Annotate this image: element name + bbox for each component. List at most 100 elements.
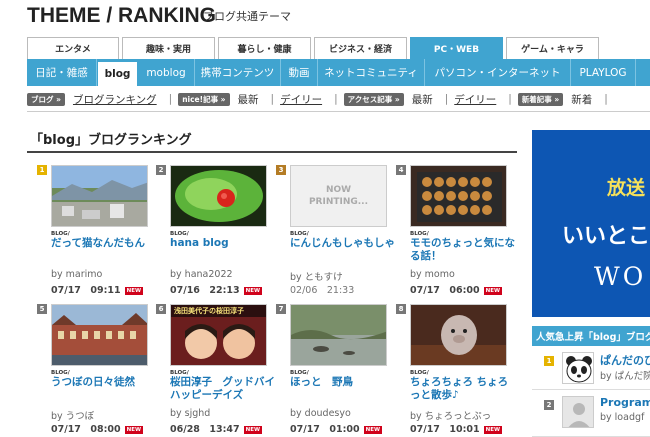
card-date-text: 07/17 01:00 xyxy=(290,424,360,435)
card-date-text: 07/17 09:11 xyxy=(51,285,121,296)
new-badge: NEW xyxy=(483,425,503,434)
rank-badge: 7 xyxy=(276,304,286,314)
nice-latest-link[interactable]: 最新 xyxy=(238,92,259,107)
card-title[interactable]: hana blog xyxy=(170,237,278,250)
card-date: 06/28 13:47 NEW xyxy=(170,421,263,435)
thumbnail-image[interactable]: 浅田美代子の桜田淳子 xyxy=(170,304,267,366)
new-latest-link[interactable]: 新着 xyxy=(571,92,592,107)
ranking-card[interactable]: 1 BLOG/ だって猫なんだもん by marimo 07/17 09:11 N… xyxy=(37,165,159,296)
panda-avatar-icon[interactable] xyxy=(562,352,594,384)
rank-badge: 1 xyxy=(37,165,47,175)
card-date: 07/17 06:00 NEW xyxy=(410,282,503,296)
separator: | xyxy=(334,93,338,105)
card-title[interactable]: ちょろちょろ ちょろっと散歩♪ xyxy=(410,376,518,402)
category-tabs: エンタメ 趣味・実用 暮らし・健康 ビジネス・経済 PC・WEB ゲーム・キャラ xyxy=(27,37,602,59)
card-date-text: 07/17 10:01 xyxy=(410,424,480,435)
card-date: 02/06 21:33 xyxy=(290,282,354,296)
tab-business[interactable]: ビジネス・経済 xyxy=(314,37,407,59)
site-logo[interactable]: THEME / RANKING xyxy=(27,4,216,28)
rank-badge: 1 xyxy=(544,356,554,366)
thumbnail-image[interactable] xyxy=(410,304,507,366)
thumbnail-image[interactable] xyxy=(410,165,507,227)
header: THEME / RANKING ブログ共通テーマ xyxy=(0,0,650,36)
card-date: 07/17 08:00 NEW xyxy=(51,421,144,435)
ranking-card[interactable]: 6 浅田美代子の桜田淳子 BLOG/ 桜田淳子 グッドバイハッピーデイズ by … xyxy=(156,304,278,435)
thumbnail-image[interactable] xyxy=(51,304,148,366)
subtab-moblog[interactable]: moblog xyxy=(138,59,195,86)
ranking-card[interactable]: 8 BLOG/ ちょろちょろ ちょろっと散歩♪ by ちょろっとぷっ 07/17… xyxy=(396,304,518,435)
tab-entertainment[interactable]: エンタメ xyxy=(27,37,119,59)
nice-badge: nice!記事 » xyxy=(178,92,230,106)
new-badge: NEW xyxy=(363,425,383,434)
subtab-pc-internet[interactable]: パソコン・インターネット xyxy=(425,59,571,86)
subtab-diary[interactable]: 日記・雑感 xyxy=(27,59,97,86)
popular-item-name[interactable]: ぱんだのひ xyxy=(600,352,650,368)
thumbnail-image[interactable] xyxy=(170,165,267,227)
access-daily-link[interactable]: デイリー xyxy=(454,92,496,107)
subtab-community[interactable]: ネットコミュニティ xyxy=(318,59,425,86)
card-author: by momo xyxy=(410,269,455,280)
blog-badge: ブログ » xyxy=(27,92,65,106)
ad-text-line2: いいとこ xyxy=(562,224,650,249)
card-title[interactable]: にんじんもしゃもしゃ xyxy=(290,237,398,250)
card-author: by marimo xyxy=(51,269,103,280)
nice-daily-link[interactable]: デイリー xyxy=(280,92,322,107)
thumbnail-image[interactable] xyxy=(51,165,148,227)
site-subtitle: ブログ共通テーマ xyxy=(203,10,291,23)
card-title[interactable]: だって猫なんだもん xyxy=(51,237,159,250)
card-title[interactable]: モモのちょっと気になる話！ xyxy=(410,237,518,263)
new-badge: NEW xyxy=(483,286,503,295)
sub-tabs: 日記・雑感 blog moblog 携帯コンテンツ 動画 ネットコミュニティ パ… xyxy=(27,59,650,86)
tab-game[interactable]: ゲーム・キャラ xyxy=(506,37,599,59)
subtab-video[interactable]: 動画 xyxy=(281,59,318,86)
ranking-card[interactable]: 7 BLOG/ ほっと 野鳥 by doudesyo 07/17 01:00 NE… xyxy=(276,304,398,435)
rank-badge: 2 xyxy=(544,400,554,410)
card-author: by doudesyo xyxy=(290,408,351,419)
card-date-text: 06/28 13:47 xyxy=(170,424,240,435)
separator: | xyxy=(168,93,173,105)
rank-badge: 2 xyxy=(156,165,166,175)
ad-text-line3: WO xyxy=(594,262,647,291)
tab-hobby[interactable]: 趣味・実用 xyxy=(122,37,215,59)
access-latest-link[interactable]: 最新 xyxy=(412,92,433,107)
card-date: 07/17 01:00 NEW xyxy=(290,421,383,435)
new-badge: NEW xyxy=(243,425,263,434)
placeholder-text: NOW PRINTING... xyxy=(308,185,369,207)
tab-lifestyle[interactable]: 暮らし・健康 xyxy=(218,37,311,59)
card-author: by hana2022 xyxy=(170,269,233,280)
rank-badge: 3 xyxy=(276,165,286,175)
rank-badge: 4 xyxy=(396,165,406,175)
ranking-card[interactable]: 3 NOW PRINTING... BLOG/ にんじんもしゃもしゃ by とも… xyxy=(276,165,398,296)
ranking-card[interactable]: 4 BLOG/ モモのちょっと気になる話！ by momo 07/17 06:0… xyxy=(396,165,518,296)
separator: | xyxy=(444,93,449,105)
ranking-card[interactable]: 2 BLOG/ hana blog by hana2022 07/16 22:1… xyxy=(156,165,278,296)
ranking-card[interactable]: 5 BLOG/ うつぼの日々徒然 by うつぼ 07/17 08:00 NEW xyxy=(37,304,159,435)
rank-badge: 5 xyxy=(37,304,47,314)
advertisement-banner[interactable]: 放送 いいとこ WO xyxy=(532,130,650,317)
popular-item[interactable]: 2 Program by loadgf xyxy=(532,392,650,437)
card-title[interactable]: ほっと 野鳥 xyxy=(290,376,398,389)
default-avatar-icon[interactable] xyxy=(562,396,594,428)
popular-panel-title: 人気急上昇「blog」ブログ xyxy=(532,326,650,346)
new-badge: NEW xyxy=(124,286,144,295)
tab-pc-web[interactable]: PC・WEB xyxy=(410,37,503,59)
new-badge: NEW xyxy=(124,425,144,434)
popular-item-name[interactable]: Program xyxy=(600,396,650,409)
card-date-text: 07/16 22:13 xyxy=(170,285,240,296)
separator: | xyxy=(604,93,608,105)
card-title[interactable]: うつぼの日々徒然 xyxy=(51,376,159,389)
thumbnail-image[interactable] xyxy=(290,304,387,366)
new-badge: 新着記事 » xyxy=(517,92,564,106)
separator: | xyxy=(508,93,512,105)
thumbnail-placeholder[interactable]: NOW PRINTING... xyxy=(290,165,387,227)
popular-item[interactable]: 1 ぱんだのひ by ぱんだ院 xyxy=(532,348,650,390)
blog-ranking-link[interactable]: ブログランキング xyxy=(73,92,157,107)
card-title[interactable]: 桜田淳子 グッドバイハッピーデイズ xyxy=(170,376,278,402)
popular-item-author: by loadgf xyxy=(600,412,645,423)
separator: | xyxy=(270,93,275,105)
access-badge: アクセス記事 » xyxy=(343,92,404,106)
subtab-playlog[interactable]: PLAYLOG xyxy=(571,59,636,86)
subtab-blog[interactable]: blog xyxy=(97,61,138,86)
popular-item-author: by ぱんだ院 xyxy=(600,371,650,382)
subtab-mobile[interactable]: 携帯コンテンツ xyxy=(195,59,281,86)
